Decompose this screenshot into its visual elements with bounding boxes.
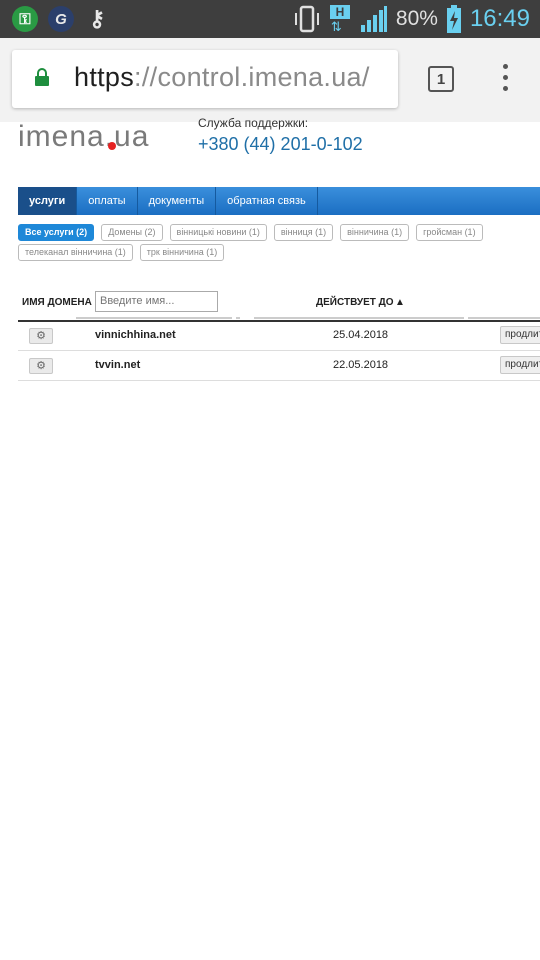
clock: 16:49 bbox=[469, 5, 530, 32]
nav-payments[interactable]: оплаты bbox=[77, 187, 138, 215]
url-scheme: https bbox=[74, 62, 135, 92]
renew-button[interactable]: продлить bbox=[500, 326, 540, 344]
domain-name[interactable]: vinnichhina.net bbox=[95, 329, 176, 341]
domain-filter-input[interactable] bbox=[95, 291, 218, 312]
settings-gear-icon[interactable]: ⚙ bbox=[29, 328, 53, 344]
column-domain-name[interactable]: ИМЯ ДОМЕНА bbox=[22, 297, 92, 308]
domain-name[interactable]: tvvin.net bbox=[95, 359, 140, 371]
tab-count: 1 bbox=[436, 70, 446, 88]
vibrate-icon bbox=[294, 5, 319, 33]
tag-groysman[interactable]: гройсман (1) bbox=[416, 224, 483, 241]
imena-logo[interactable]: imena.ua bbox=[18, 120, 149, 154]
tag-vinnychyna[interactable]: вінничина (1) bbox=[340, 224, 410, 241]
url-text: https://control.imena.ua/ bbox=[74, 62, 370, 93]
expiry-date: 25.04.2018 bbox=[333, 329, 389, 341]
tag-trk-vinnychyna[interactable]: трк вінничина (1) bbox=[139, 244, 225, 261]
main-nav: услуги оплаты документы обратная связь bbox=[18, 187, 540, 215]
battery-charging-icon bbox=[446, 5, 461, 33]
network-type-icon: H ⇅ bbox=[328, 5, 352, 34]
renew-button[interactable]: продлить bbox=[500, 356, 540, 374]
domains-table-header: ИМЯ ДОМЕНА ДЕЙСТВУЕТ ДО ▲ bbox=[18, 290, 540, 322]
support-phone[interactable]: +380 (44) 201-0-102 bbox=[198, 134, 363, 155]
tag-all-services[interactable]: Все услуги (2) bbox=[18, 224, 95, 241]
signal-icon bbox=[360, 6, 387, 32]
sort-ascending-icon[interactable]: ▲ bbox=[395, 297, 405, 308]
tag-domains[interactable]: Домены (2) bbox=[101, 224, 163, 241]
tag-vinnytsia[interactable]: вінниця (1) bbox=[273, 224, 334, 241]
column-valid-until[interactable]: ДЕЙСТВУЕТ ДО bbox=[316, 297, 394, 308]
column-separator bbox=[76, 317, 232, 319]
nav-feedback[interactable]: обратная связь bbox=[216, 187, 318, 215]
key-icon: ⚷ bbox=[88, 6, 106, 31]
logo-dot bbox=[108, 142, 116, 150]
settings-gear-icon[interactable]: ⚙ bbox=[29, 358, 53, 374]
column-separator bbox=[236, 317, 240, 319]
g-app-icon: G bbox=[48, 6, 74, 32]
battery-percent: 80% bbox=[395, 7, 438, 30]
column-separator bbox=[254, 317, 464, 319]
vpn-key-icon: ⚿ bbox=[12, 6, 38, 32]
logo-text: imena.ua bbox=[18, 120, 150, 153]
column-separator bbox=[468, 317, 540, 319]
tab-switcher-button[interactable]: 1 bbox=[428, 66, 454, 92]
tag-vinnytski-novyny[interactable]: вінницькі новини (1) bbox=[169, 224, 267, 241]
expiry-date: 22.05.2018 bbox=[333, 359, 389, 371]
tag-filters: Все услуги (2) Домены (2) вінницькі нови… bbox=[18, 224, 540, 264]
tag-telekanal-vinnychyna[interactable]: телеканал вінничина (1) bbox=[18, 244, 133, 261]
support-label: Служба поддержки: bbox=[198, 116, 309, 130]
overflow-menu-icon[interactable] bbox=[498, 64, 512, 94]
lock-icon bbox=[35, 68, 49, 86]
browser-toolbar: https://control.imena.ua/ 1 bbox=[0, 38, 540, 122]
nav-services[interactable]: услуги bbox=[18, 187, 78, 215]
table-row: ⚙ tvvin.net 22.05.2018 продлить bbox=[18, 350, 540, 381]
status-bar: ⚿ G ⚷ H ⇅ 80% 16:49 bbox=[0, 0, 540, 38]
table-row: ⚙ vinnichhina.net 25.04.2018 продлить bbox=[18, 320, 540, 351]
nav-documents[interactable]: документы bbox=[138, 187, 217, 215]
url-rest: ://control.imena.ua/ bbox=[134, 62, 370, 92]
address-bar[interactable]: https://control.imena.ua/ bbox=[12, 50, 398, 108]
